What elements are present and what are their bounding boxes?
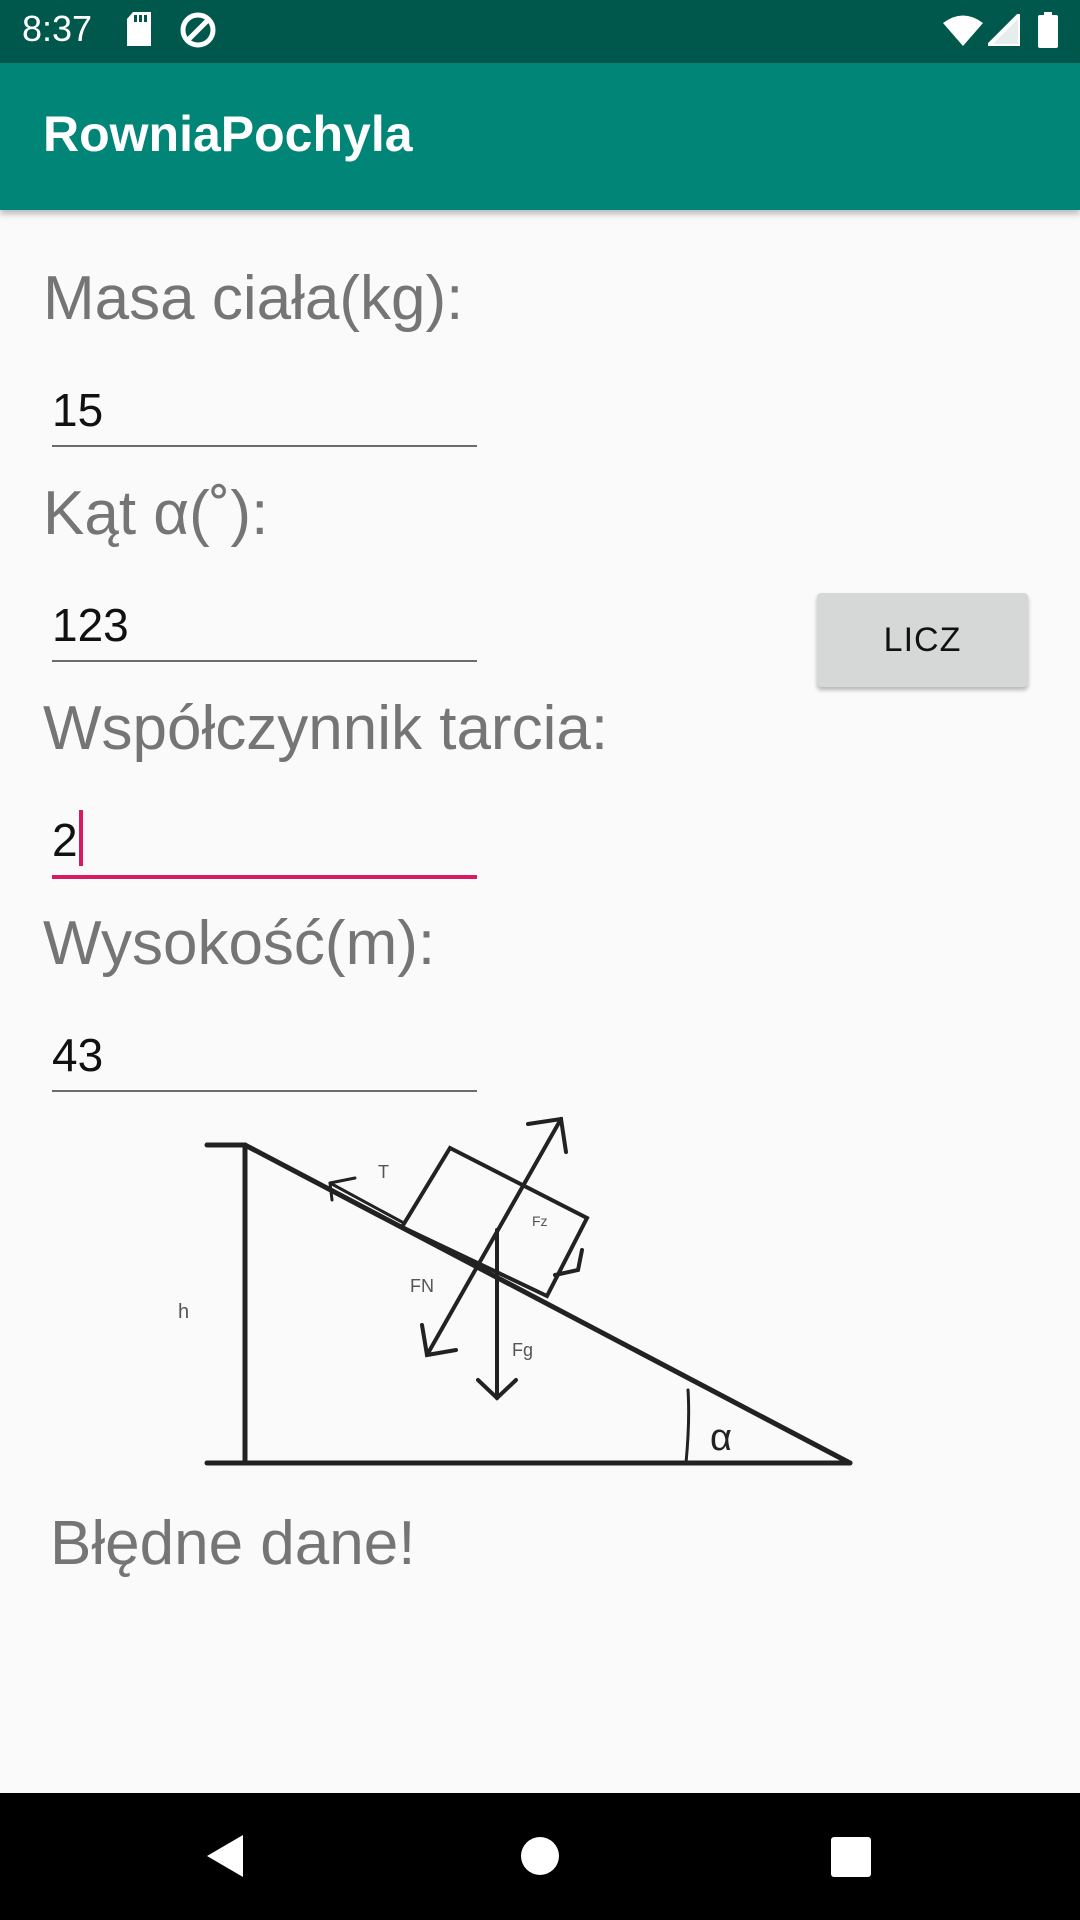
wifi-icon [943,14,983,51]
friction-field[interactable]: 2 [52,801,477,879]
friction-arrow-head-a [328,1176,357,1185]
navigation-bar [0,1793,1080,1920]
app-title: RowniaPochyla [43,106,413,162]
recents-icon[interactable] [831,1837,871,1882]
fz-label: Fz [532,1213,548,1229]
fn-arrow-head-down [420,1323,458,1358]
fn-label: FN [410,1276,434,1296]
height-value: 43 [52,1029,104,1081]
mass-value: 15 [52,384,104,436]
angle-field[interactable]: 123 [52,586,477,662]
battery-icon [1038,12,1058,53]
friction-label: Współczynnik tarcia: [43,694,609,763]
angle-arc [684,1388,691,1465]
h-label: h [178,1301,189,1323]
signal-icon [983,9,1022,51]
t-label: T [378,1162,389,1182]
height-field[interactable]: 43 [52,1016,477,1092]
alpha-label: α [710,1417,732,1459]
friction-value-wrap: 2 [52,810,83,867]
mass-label: Masa ciała(kg): [43,264,464,333]
angle-label: Kąt α(˚): [43,479,269,548]
friction-value: 2 [52,814,78,866]
mass-field[interactable]: 15 [52,371,477,447]
sd-card-icon [125,12,153,51]
home-icon[interactable] [520,1836,560,1881]
friction-arrow-head-b [328,1181,334,1202]
text-cursor [78,810,83,866]
angle-value: 123 [52,599,129,651]
friction-arrow-line [328,1181,404,1224]
result-message: Błędne dane! [50,1509,416,1578]
inclined-plane-diagram: h T Fz FN Fg α [178,1116,853,1466]
height-label: Wysokość(m): [43,909,436,978]
app-bar: RowniaPochyla [0,63,1080,210]
plane-slope-line [242,1142,853,1466]
sync-icon [178,10,218,55]
status-bar: 8:37 [0,0,1080,63]
status-time: 8:37 [22,8,93,49]
fg-label: Fg [512,1340,533,1360]
calc-button[interactable]: LICZ [817,593,1028,687]
back-icon[interactable] [205,1833,245,1884]
